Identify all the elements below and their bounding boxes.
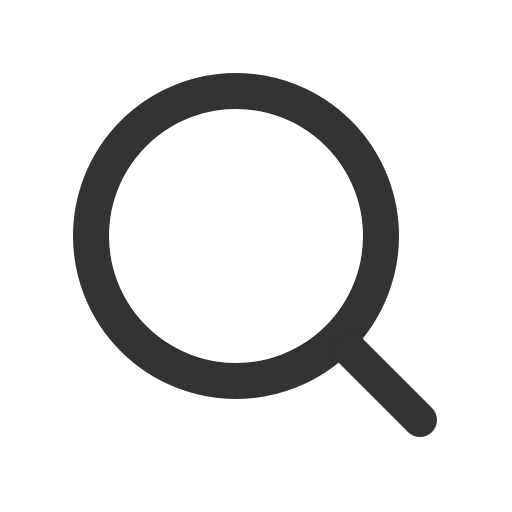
search-icon-graphic [73, 73, 437, 437]
search-icon-lens [73, 73, 399, 399]
search-icon[interactable] [0, 0, 512, 512]
icon-canvas [0, 0, 512, 512]
search-icon-handle [333, 333, 437, 437]
